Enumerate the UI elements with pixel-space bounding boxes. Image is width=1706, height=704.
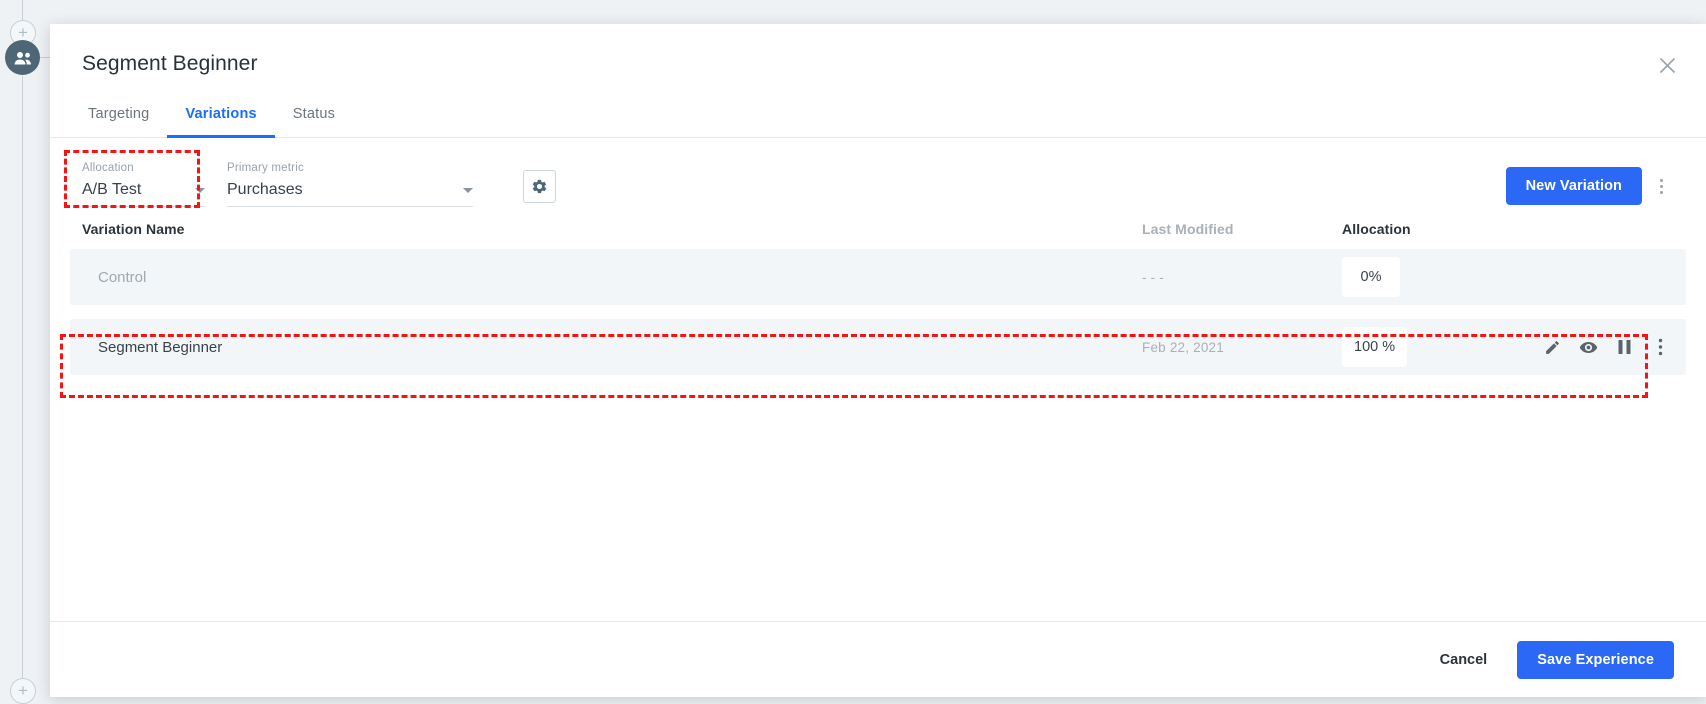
variation-last-modified: Feb 22, 2021	[1142, 340, 1342, 355]
row-overflow-menu[interactable]	[1650, 337, 1670, 357]
tab-bar: Targeting Variations Status	[50, 96, 1706, 138]
dialog-body: Allocation A/B Test Primary metric Purch…	[50, 138, 1706, 621]
edit-variation-button[interactable]	[1542, 337, 1562, 357]
primary-metric-select[interactable]: Purchases	[227, 181, 473, 207]
pause-icon	[1617, 339, 1632, 355]
primary-metric-label: Primary metric	[227, 162, 473, 174]
table-row[interactable]: Control - - - 0%	[70, 249, 1686, 305]
variation-last-modified: - - -	[1142, 270, 1342, 285]
more-vertical-icon	[1660, 185, 1663, 188]
variations-overflow-menu[interactable]	[1648, 171, 1674, 201]
column-header-variation-name: Variation Name	[82, 221, 1142, 237]
more-vertical-icon	[1660, 179, 1663, 182]
table-row[interactable]: Segment Beginner Feb 22, 2021 100 %	[70, 319, 1686, 375]
audience-node[interactable]	[5, 40, 40, 75]
controls-actions: New Variation	[1506, 167, 1674, 205]
dialog-header: Segment Beginner	[50, 24, 1706, 76]
tab-targeting[interactable]: Targeting	[70, 96, 167, 138]
primary-metric-field[interactable]: Primary metric Purchases	[227, 162, 473, 207]
page-title: Segment Beginner	[82, 52, 1674, 76]
row-actions	[1542, 337, 1674, 357]
allocation-select[interactable]: A/B Test	[82, 181, 205, 207]
add-node-button-bottom[interactable]: +	[10, 678, 36, 704]
close-button[interactable]	[1650, 48, 1684, 82]
variation-name: Segment Beginner	[82, 339, 1142, 356]
allocation-value: A/B Test	[82, 181, 141, 199]
table-header: Variation Name Last Modified Allocation	[70, 215, 1686, 249]
variation-allocation-cell: 100 %	[1342, 327, 1542, 367]
tab-variations[interactable]: Variations	[167, 96, 274, 138]
controls-bar: Allocation A/B Test Primary metric Purch…	[70, 138, 1686, 215]
allocation-field[interactable]: Allocation A/B Test	[82, 162, 205, 207]
metric-settings-button[interactable]	[523, 170, 556, 203]
preview-eye-icon	[1579, 338, 1598, 357]
new-variation-button[interactable]: New Variation	[1506, 167, 1642, 205]
gear-icon	[531, 178, 548, 195]
chevron-down-icon	[463, 188, 473, 193]
more-vertical-icon	[1658, 338, 1663, 356]
cancel-button[interactable]: Cancel	[1422, 642, 1506, 678]
edit-icon	[1544, 339, 1561, 356]
more-vertical-icon	[1660, 191, 1663, 194]
dialog-footer: Cancel Save Experience	[50, 621, 1706, 697]
people-icon	[13, 51, 33, 65]
allocation-value-box: 100 %	[1342, 327, 1407, 367]
close-icon	[1659, 57, 1676, 74]
variation-allocation-cell: 0%	[1342, 257, 1542, 297]
variation-name: Control	[82, 269, 1142, 286]
chevron-down-icon	[195, 188, 205, 193]
allocation-label: Allocation	[82, 162, 205, 174]
variations-table: Variation Name Last Modified Allocation …	[70, 215, 1686, 375]
segment-dialog: Segment Beginner Targeting Variations St…	[50, 24, 1706, 697]
column-header-allocation: Allocation	[1342, 221, 1542, 237]
column-header-last-modified: Last Modified	[1142, 221, 1342, 237]
save-experience-button[interactable]: Save Experience	[1517, 641, 1674, 679]
allocation-value-box: 0%	[1342, 257, 1400, 297]
pause-variation-button[interactable]	[1614, 337, 1634, 357]
preview-variation-button[interactable]	[1578, 337, 1598, 357]
tab-status[interactable]: Status	[275, 96, 353, 138]
flow-connector-bottom	[22, 76, 23, 680]
primary-metric-value: Purchases	[227, 181, 303, 199]
